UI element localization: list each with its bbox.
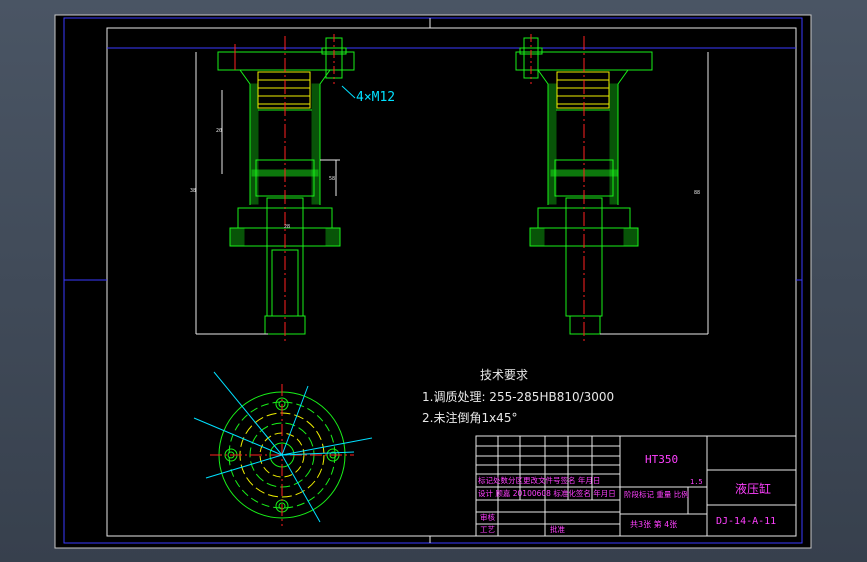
bolt-callout: 4×M12 xyxy=(356,90,395,105)
dim-label: 38 xyxy=(190,188,196,194)
revision-header-row: 标记处数分区更改文件号签名 年月日 xyxy=(478,475,600,485)
review-label: 审核 xyxy=(480,512,495,522)
dim-label: 28 xyxy=(284,224,290,230)
dim-label: 58 xyxy=(329,176,335,182)
scale-value: 1.5 xyxy=(690,478,703,486)
part-name: 液压缸 xyxy=(735,481,771,496)
tech-req-1: 1.调质处理: 255-285HB810/3000 xyxy=(422,390,614,404)
material-value: HT350 xyxy=(645,453,678,466)
sheet-info: 共3张 第 4张 xyxy=(630,519,677,529)
stage-row: 阶段标记 重量 比例 xyxy=(624,489,689,499)
tech-req-title: 技术要求 xyxy=(480,368,528,382)
cad-drawing: 4×M12 20 38 28 58 88 技术要求 1.调质处理: 255-28… xyxy=(54,14,812,549)
cad-viewport: 4×M12 20 38 28 58 88 技术要求 1.调质处理: 255-28… xyxy=(0,0,867,562)
dim-label: 88 xyxy=(694,190,700,196)
process-label: 工艺 xyxy=(480,525,495,534)
approve-label: 批准 xyxy=(550,524,565,534)
drawing-sheet xyxy=(54,14,812,549)
dim-label: 20 xyxy=(216,128,222,134)
tech-req-2: 2.未注倒角1x45° xyxy=(422,410,517,425)
designer-row: 设计 顾嘉 20100608 标准化签名 年月日 xyxy=(478,488,616,498)
drawing-number: DJ-14-A-11 xyxy=(716,516,776,527)
